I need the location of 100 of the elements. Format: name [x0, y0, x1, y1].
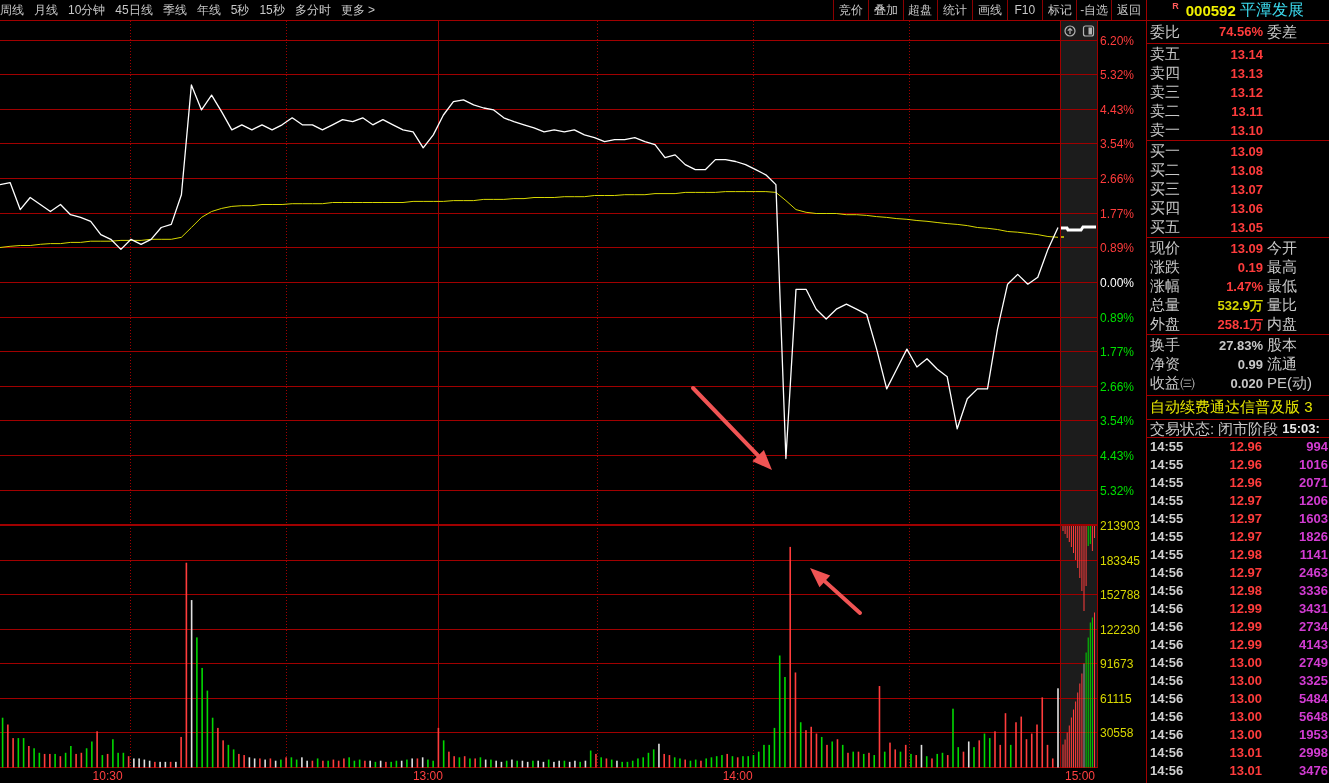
toolbar-button[interactable]: 标记: [1041, 0, 1077, 20]
stat-value: 258.1万: [1216, 315, 1263, 334]
stat-label: 现价: [1150, 238, 1181, 259]
period-tab[interactable]: 10分钟: [68, 1, 106, 19]
volume-bar: [274, 760, 277, 768]
y-axis-label: 0.89%: [1100, 310, 1135, 325]
period-tab[interactable]: 年线: [196, 1, 221, 19]
toolbar-button[interactable]: 画线: [972, 0, 1007, 20]
ask-label: 卖四: [1150, 63, 1181, 84]
circle-up-arrow-icon[interactable]: [1064, 25, 1076, 37]
tick-volume: 3325: [1298, 672, 1329, 691]
stat-label: 涨跌: [1150, 257, 1181, 278]
split-square-icon[interactable]: [1082, 25, 1095, 37]
volume-bar: [957, 747, 960, 768]
y-axis-label: 6.20%: [1100, 33, 1135, 48]
volume-bar: [442, 740, 445, 768]
tick-volume: 2998: [1298, 744, 1329, 763]
tick-volume: 1141: [1298, 546, 1329, 565]
tick-volume: 1016: [1298, 456, 1329, 475]
toolbar-button[interactable]: 竞价: [833, 0, 868, 20]
volume-bar: [521, 760, 524, 768]
tick-price: 12.97: [1228, 510, 1262, 529]
tick-time: 14:56: [1150, 708, 1185, 727]
tick-volume: 2463: [1298, 564, 1329, 583]
tick-time: 14:56: [1150, 636, 1185, 655]
tick-time: 14:55: [1150, 438, 1185, 457]
tick-price: 13.00: [1228, 654, 1262, 673]
time-axis-label: 10:30: [92, 769, 123, 783]
volume-bar: [820, 736, 823, 768]
period-tab[interactable]: 更多 >: [340, 1, 376, 19]
y-axis-label: 5.32%: [1100, 483, 1135, 498]
volume-bar: [1020, 716, 1023, 768]
stat-label: 换手: [1150, 335, 1181, 356]
volume-bar: [673, 757, 676, 768]
volume-bar: [458, 757, 461, 768]
period-tab[interactable]: 5秒: [230, 1, 250, 19]
status-label: 交易状态:: [1150, 421, 1215, 436]
stock-code: 000592: [1185, 2, 1236, 18]
stat-label: PE(动): [1267, 373, 1312, 394]
stat-label: 流通: [1267, 354, 1297, 375]
tick-time: 14:56: [1150, 672, 1185, 691]
volume-bar: [883, 751, 886, 768]
toolbar-button[interactable]: 返回: [1111, 0, 1147, 20]
y-axis-label: 3.54%: [1100, 414, 1135, 429]
tick-time: 14:56: [1150, 618, 1185, 637]
volume-bar: [169, 761, 172, 768]
toolbar-button[interactable]: 叠加: [867, 0, 903, 20]
period-tab[interactable]: 45日线: [115, 1, 153, 19]
ask-price: 13.11: [1230, 102, 1263, 121]
volume-bar: [904, 744, 907, 768]
ask-label: 卖一: [1150, 120, 1181, 141]
y-axis-label: 183345: [1100, 553, 1141, 568]
volume-bar: [715, 756, 718, 768]
tick-time: 14:56: [1150, 564, 1185, 583]
tick-time: 14:55: [1150, 510, 1185, 529]
tick-volume: 1953: [1298, 726, 1329, 745]
toolbar-button[interactable]: F10: [1006, 0, 1042, 20]
ask-label: 卖五: [1150, 44, 1181, 65]
tick-volume: 2734: [1298, 618, 1329, 637]
toolbar-button[interactable]: -自选: [1076, 0, 1112, 20]
period-tab[interactable]: 周线: [0, 1, 24, 19]
volume-bar: [757, 751, 760, 768]
period-tab[interactable]: 15秒: [259, 1, 285, 19]
tick-volume: 5484: [1298, 690, 1329, 709]
y-axis-label: 61115: [1100, 691, 1132, 706]
volume-bar: [568, 761, 571, 768]
toolbar-button[interactable]: 超盘: [902, 0, 938, 20]
field-value: 74.56%: [1217, 23, 1263, 42]
volume-bar: [148, 760, 151, 768]
tick-volume: 3336: [1298, 582, 1329, 601]
stat-label: 净资: [1150, 354, 1181, 375]
stat-label: 内盘: [1267, 314, 1297, 335]
y-axis-label: 152788: [1100, 588, 1141, 603]
volume-bar: [59, 756, 62, 768]
tick-time: 14:55: [1150, 528, 1185, 547]
volume-bar: [505, 760, 508, 768]
stat-value: 13.09: [1229, 239, 1263, 258]
volume-bar: [899, 751, 902, 768]
volume-bar: [232, 749, 235, 768]
volume-bar: [127, 756, 130, 768]
volume-bar: [211, 717, 214, 768]
bid-price: 13.07: [1229, 180, 1263, 199]
stat-value: 0.19: [1236, 258, 1263, 277]
status-value: 闭市阶段: [1218, 421, 1279, 436]
tick-price: 13.00: [1228, 708, 1262, 727]
ask-label: 卖二: [1150, 101, 1181, 122]
period-tab[interactable]: 季线: [162, 1, 187, 19]
volume-bar: [988, 738, 991, 768]
period-tab[interactable]: 多分时: [294, 1, 331, 19]
toolbar-button[interactable]: 统计: [937, 0, 973, 20]
volume-bar: [1, 717, 4, 768]
volume-bar: [547, 759, 550, 768]
tick-price: 12.99: [1228, 636, 1262, 655]
y-axis-label: 5.32%: [1100, 67, 1135, 82]
volume-bar: [1025, 739, 1028, 768]
y-axis-label: 2.66%: [1100, 171, 1135, 186]
period-tab[interactable]: 月线: [34, 1, 58, 19]
volume-bar: [710, 757, 713, 768]
volume-bar: [374, 761, 377, 768]
volume-bar: [631, 760, 634, 768]
